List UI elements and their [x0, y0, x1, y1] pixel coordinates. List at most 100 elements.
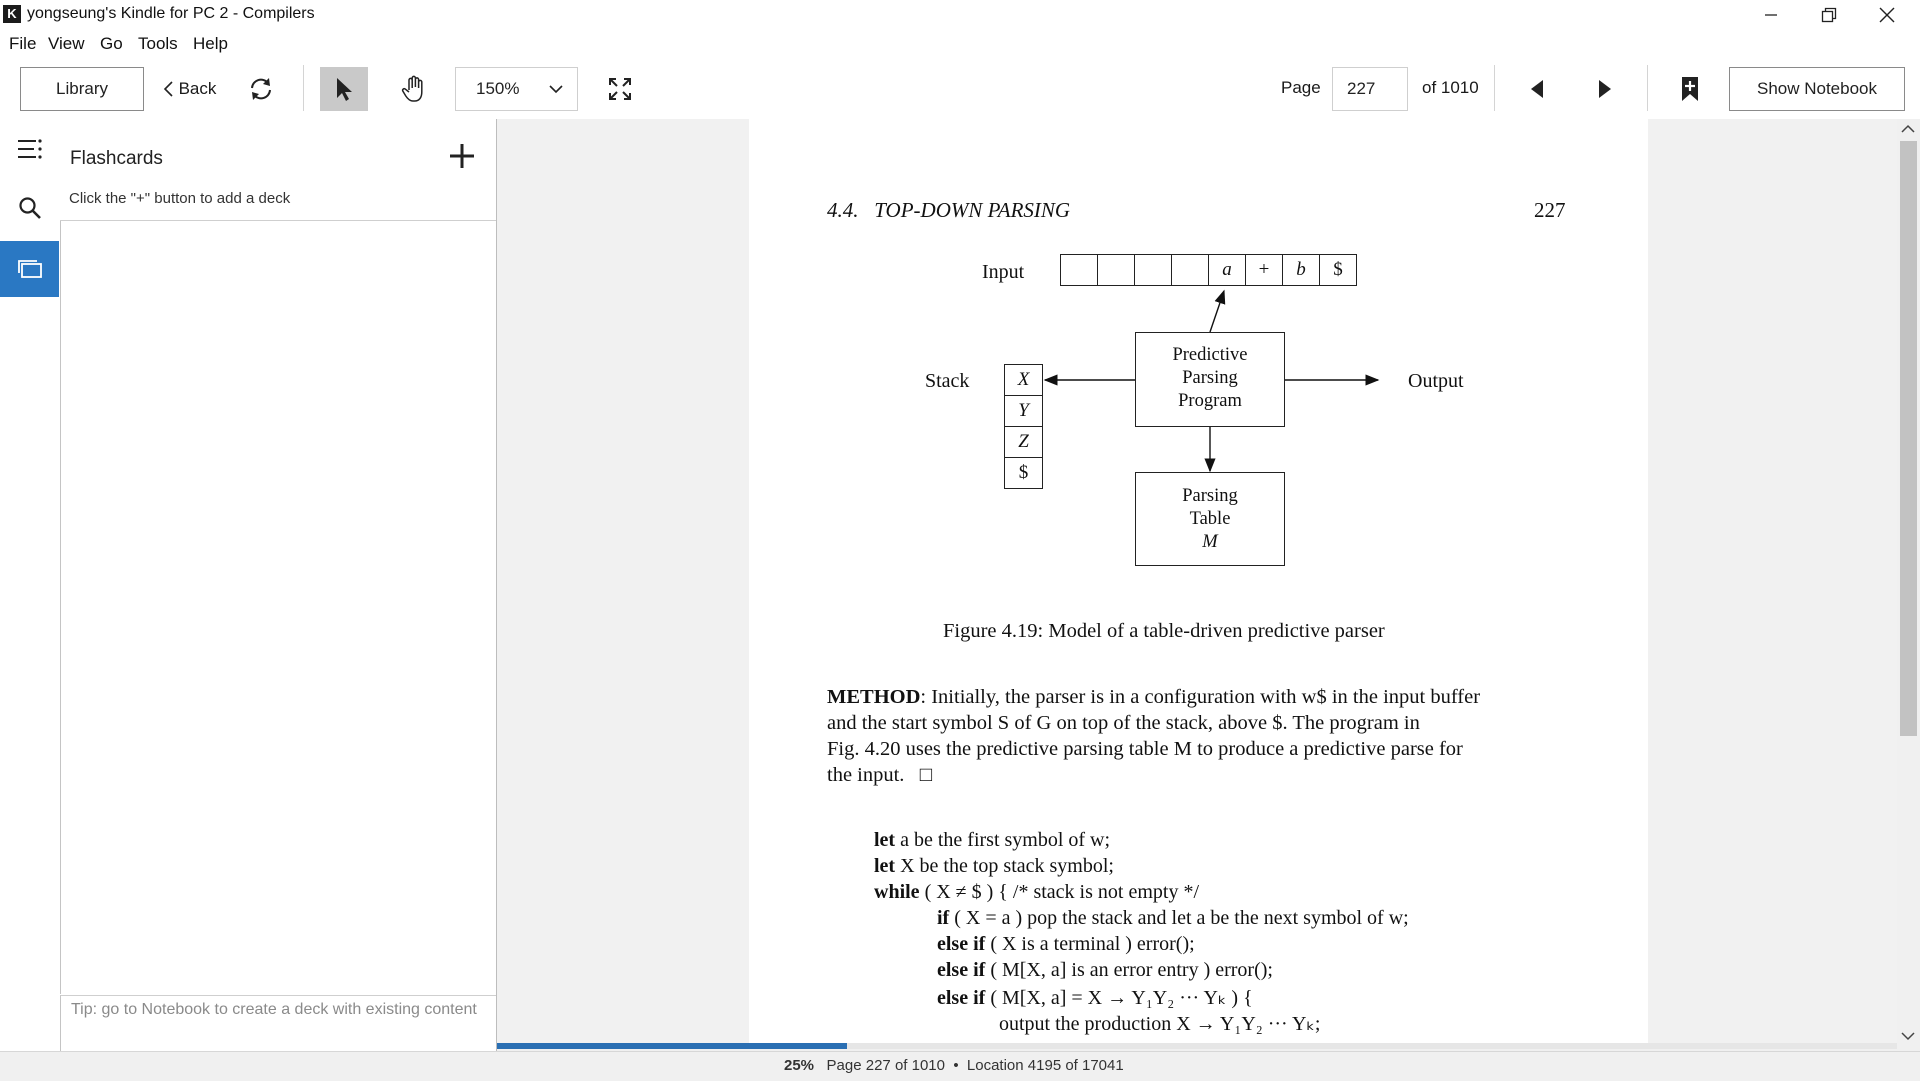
- stack-cell: Y: [1004, 395, 1043, 427]
- scroll-up-button[interactable]: [1900, 122, 1916, 141]
- menu-file[interactable]: File: [9, 34, 36, 54]
- back-label: Back: [178, 79, 217, 98]
- reading-progress-fill: [497, 1043, 847, 1049]
- scrollbar-thumb[interactable]: [1900, 141, 1917, 736]
- parsing-table-box: Parsing Table M: [1135, 472, 1285, 566]
- status-location: Page 227 of 1010 • Location 4195 of 1704…: [826, 1057, 1124, 1074]
- code-line: while ( X ≠ $ ) { /* stack is not empty …: [874, 881, 1199, 904]
- chevron-left-icon: [163, 81, 173, 97]
- code-text: a be the first symbol of w;: [895, 829, 1111, 851]
- flashcards-icon: [17, 260, 42, 278]
- code-keyword: let: [874, 829, 896, 851]
- deck-list: [60, 221, 496, 994]
- figure-caption: Figure 4.19: Model of a table-driven pre…: [943, 620, 1385, 642]
- output-label: Output: [1408, 370, 1464, 392]
- book-page[interactable]: 4.4. TOP-DOWN PARSING 227 Input a + b $ …: [749, 119, 1648, 1043]
- code-text: ( M[X, a] = X → Y₁Y₂ ··· Yₖ ) {: [985, 987, 1253, 1009]
- previous-page-button[interactable]: [1519, 67, 1555, 111]
- flashcards-title: Flashcards: [70, 148, 163, 169]
- code-keyword: let: [874, 855, 896, 877]
- minimize-button[interactable]: [1742, 0, 1800, 30]
- fullscreen-icon: [609, 78, 631, 100]
- program-box-line: Predictive: [1172, 345, 1248, 365]
- code-keyword: else if: [937, 987, 986, 1009]
- next-page-button[interactable]: [1587, 67, 1623, 111]
- zoom-value: 150%: [476, 79, 520, 98]
- program-box-line: Program: [1178, 391, 1242, 411]
- window-title: yongseung's Kindle for PC 2 - Compilers: [27, 5, 315, 22]
- contents-list-icon: [17, 139, 42, 159]
- input-cell: +: [1245, 254, 1283, 286]
- code-text: ( M[X, a] is an error entry ) error();: [985, 959, 1273, 981]
- menu-go[interactable]: Go: [100, 34, 123, 54]
- code-text: ( X ≠ $ ) { /* stack is not empty */: [919, 881, 1199, 903]
- code-text: ( X is a terminal ) error();: [985, 933, 1195, 955]
- program-box-line: Parsing: [1182, 368, 1238, 388]
- code-line: else if ( M[X, a] is an error entry ) er…: [937, 959, 1273, 982]
- input-cell: a: [1208, 254, 1246, 286]
- status-percent: 25%: [784, 1057, 815, 1074]
- stack-label: Stack: [925, 370, 970, 392]
- restore-icon: [1821, 7, 1837, 23]
- restore-button[interactable]: [1800, 0, 1858, 30]
- page-total: of 1010: [1422, 78, 1479, 97]
- code-line: else if ( X is a terminal ) error();: [937, 933, 1195, 956]
- menu-tools[interactable]: Tools: [138, 34, 178, 54]
- hand-icon: [401, 75, 423, 102]
- page-label: Page: [1281, 78, 1321, 97]
- code-text: ( X = a ) pop the stack and let a be the…: [949, 907, 1409, 929]
- triangle-left-icon: [1531, 80, 1543, 98]
- show-notebook-button[interactable]: Show Notebook: [1729, 67, 1905, 111]
- menu-bar: [0, 30, 1920, 57]
- flashcards-button[interactable]: [0, 241, 59, 297]
- method-paragraph: METHOD: Initially, the parser is in a co…: [827, 684, 1572, 788]
- page-number-input[interactable]: 227: [1332, 67, 1408, 111]
- menu-view[interactable]: View: [48, 34, 85, 54]
- code-keyword: else if: [937, 933, 986, 955]
- code-text: X be the top stack symbol;: [895, 855, 1114, 877]
- bookmark-button[interactable]: [1670, 67, 1710, 111]
- fullscreen-button[interactable]: [600, 67, 640, 111]
- table-of-contents-button[interactable]: [0, 121, 59, 177]
- sync-button[interactable]: [245, 67, 277, 111]
- select-tool-button[interactable]: [320, 67, 368, 111]
- close-icon: [1879, 7, 1895, 23]
- back-button[interactable]: Back: [158, 67, 220, 111]
- code-line: if ( X = a ) pop the stack and let a be …: [937, 907, 1409, 930]
- method-line: and the start symbol S of G on top of th…: [827, 712, 1420, 734]
- toolbar: [0, 57, 1920, 120]
- chevron-up-icon: [1901, 124, 1915, 133]
- code-keyword: while: [874, 881, 920, 903]
- notebook-tip: Tip: go to Notebook to create a deck wit…: [60, 995, 496, 1051]
- stack-cell: Z: [1004, 426, 1043, 458]
- sync-icon: [251, 78, 271, 100]
- input-cell: [1060, 254, 1098, 286]
- add-deck-hint: Click the "+" button to add a deck: [69, 190, 291, 207]
- method-line: Fig. 4.20 uses the predictive parsing ta…: [827, 738, 1463, 760]
- code-line: else if ( M[X, a] = X → Y₁Y₂ ··· Yₖ ) {: [937, 985, 1253, 1010]
- predictive-parsing-program-box: Predictive Parsing Program: [1135, 332, 1285, 427]
- table-box-line: M: [1202, 532, 1218, 552]
- triangle-right-icon: [1599, 80, 1611, 98]
- scroll-down-button[interactable]: [1900, 1029, 1916, 1048]
- status-text: 25% Page 227 of 1010 • Location 4195 of …: [784, 1057, 1124, 1074]
- code-line: let X be the top stack symbol;: [874, 855, 1114, 878]
- menu-help[interactable]: Help: [193, 34, 228, 54]
- search-button[interactable]: [0, 180, 59, 236]
- kindle-app-icon: K: [3, 5, 21, 23]
- table-box-line: Table: [1189, 509, 1231, 529]
- plus-icon: [450, 144, 474, 168]
- input-cell: $: [1319, 254, 1357, 286]
- zoom-select[interactable]: 150%: [455, 67, 578, 111]
- search-icon: [18, 197, 41, 219]
- close-button[interactable]: [1858, 0, 1916, 30]
- add-deck-button[interactable]: [446, 140, 478, 172]
- method-line: : Initially, the parser is in a configur…: [920, 686, 1481, 708]
- hand-tool-button[interactable]: [390, 67, 438, 111]
- toolbar-separator: [303, 65, 304, 111]
- toolbar-separator: [1494, 65, 1495, 111]
- bookmark-add-icon: [1682, 77, 1698, 101]
- code-text: output the production X → Y₁Y₂ ··· Yₖ;: [999, 1013, 1321, 1035]
- chevron-down-icon: [549, 84, 563, 93]
- library-button[interactable]: Library: [20, 67, 144, 111]
